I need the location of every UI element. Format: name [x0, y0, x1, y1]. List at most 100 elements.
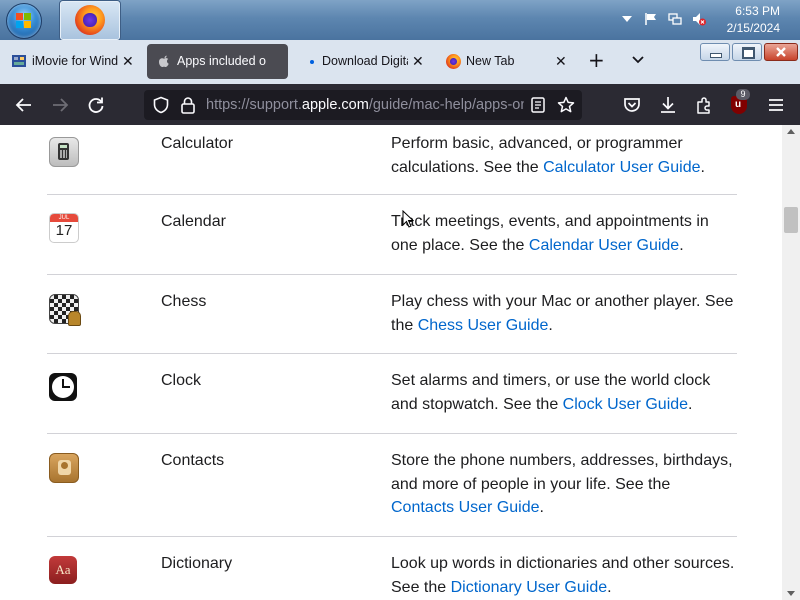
close-tab-icon[interactable]: ✕ — [555, 53, 567, 70]
pocket-icon[interactable] — [622, 95, 642, 115]
tab-imovie[interactable]: iMovie for Wind ✕ — [2, 44, 142, 79]
dictionary-guide-link[interactable]: Dictionary User Guide — [451, 579, 608, 596]
close-window-button[interactable] — [764, 43, 798, 61]
close-tab-icon[interactable]: ✕ — [122, 53, 134, 70]
calendar-guide-link[interactable]: Calendar User Guide — [529, 237, 679, 254]
downloads-icon[interactable] — [658, 95, 678, 115]
app-name: Contacts — [161, 452, 225, 469]
forward-icon[interactable] — [50, 95, 70, 115]
show-hidden-icons-icon[interactable] — [622, 14, 632, 24]
description-end: . — [548, 316, 553, 334]
list-item: JUL 17 Calendar Track meetings, events, … — [47, 195, 737, 275]
restore-button[interactable] — [732, 43, 762, 61]
clock-icon — [49, 373, 77, 401]
tab-new-tab[interactable]: New Tab ✕ — [436, 44, 576, 79]
app-description: Perform basic, advanced, or programmer c… — [391, 132, 737, 179]
bookmark-star-icon[interactable] — [557, 96, 575, 114]
scroll-down-arrow-icon[interactable] — [787, 591, 795, 596]
url-text[interactable]: https://support.apple.com/guide/mac-help… — [206, 97, 524, 113]
contacts-guide-link[interactable]: Contacts User Guide — [391, 499, 540, 516]
new-tab-button[interactable]: + — [588, 50, 605, 70]
firefox-icon — [75, 5, 105, 35]
app-description: Set alarms and timers, or use the world … — [391, 369, 737, 416]
app-name: Calendar — [161, 213, 226, 230]
tab-download-digital[interactable]: Download Digita ✕ — [296, 44, 430, 79]
url-path: /guide/mac-help/apps-on — [368, 97, 524, 113]
page-scrollbar[interactable] — [782, 125, 800, 600]
lock-icon[interactable] — [180, 96, 196, 114]
tab-label: Apps included o — [177, 54, 266, 68]
clock-time[interactable]: 6:53 PM — [735, 4, 780, 18]
list-item: Aa Dictionary Look up words in dictionar… — [47, 537, 737, 600]
calendar-day: 17 — [55, 222, 73, 239]
description-end: . — [679, 236, 684, 254]
contacts-icon — [49, 453, 79, 483]
back-icon[interactable] — [14, 95, 34, 115]
tab-label: iMovie for Wind — [32, 54, 119, 68]
ublock-letter: u — [735, 99, 742, 110]
browser-tab-strip: iMovie for Wind ✕ Apps included o Downlo… — [0, 40, 800, 84]
firefox-icon — [446, 54, 461, 69]
app-menu-hamburger-icon[interactable] — [766, 95, 786, 115]
windows-logo-icon — [16, 13, 32, 29]
scrollbar-thumb[interactable] — [784, 207, 798, 233]
tab-label: New Tab — [466, 54, 515, 68]
description-end: . — [700, 158, 705, 176]
minimize-icon — [710, 53, 722, 58]
address-bar[interactable]: https://support.apple.com/guide/mac-help… — [144, 90, 582, 120]
tracking-protection-shield-icon[interactable] — [152, 96, 170, 114]
chess-guide-link[interactable]: Chess User Guide — [418, 317, 549, 334]
dictionary-icon: Aa — [49, 556, 77, 584]
volume-muted-icon[interactable] — [692, 12, 706, 26]
dictionary-icon-text: Aa — [55, 562, 71, 577]
calculator-guide-link[interactable]: Calculator User Guide — [543, 159, 700, 176]
description-end: . — [688, 395, 693, 413]
app-description: Store the phone numbers, addresses, birt… — [391, 449, 737, 520]
tab-label: Download Digita — [322, 54, 408, 68]
network-icon[interactable] — [668, 12, 682, 26]
app-description: Look up words in dictionaries and other … — [391, 552, 737, 599]
extension-badge: 9 — [736, 89, 750, 100]
app-name: Clock — [161, 372, 202, 389]
reader-view-icon[interactable] — [530, 97, 546, 113]
restore-icon — [742, 47, 755, 59]
description-text: Store the phone numbers, addresses, birt… — [391, 452, 733, 493]
app-description: Track meetings, events, and appointments… — [391, 210, 737, 257]
app-name: Chess — [161, 293, 207, 310]
calendar-month: JUL — [50, 214, 78, 222]
imovie-icon — [12, 55, 26, 67]
scroll-up-arrow-icon[interactable] — [787, 129, 795, 134]
app-name: Calculator — [161, 135, 234, 152]
chess-icon — [49, 294, 81, 326]
list-all-tabs-icon[interactable] — [630, 52, 646, 68]
mouse-cursor-icon — [402, 210, 414, 228]
reload-icon[interactable] — [86, 95, 106, 115]
list-item: Chess Play chess with your Mac or anothe… — [47, 275, 737, 354]
clock-guide-link[interactable]: Clock User Guide — [563, 396, 688, 413]
close-icon — [776, 47, 786, 57]
action-center-flag-icon[interactable] — [644, 12, 658, 26]
windows-taskbar: 6:53 PM 2/15/2024 — [0, 0, 800, 41]
url-domain: apple.com — [301, 97, 369, 113]
minimize-button[interactable] — [700, 43, 730, 61]
clock-date[interactable]: 2/15/2024 — [727, 21, 780, 35]
app-description: Play chess with your Mac or another play… — [391, 290, 737, 337]
description-end: . — [607, 578, 612, 596]
navigation-toolbar: https://support.apple.com/guide/mac-help… — [0, 84, 800, 125]
list-item: Calculator Perform basic, advanced, or p… — [47, 125, 737, 195]
app-name: Dictionary — [161, 555, 233, 572]
dot-icon — [310, 60, 314, 64]
start-button[interactable] — [6, 3, 42, 39]
page-content: Calculator Perform basic, advanced, or p… — [0, 125, 782, 600]
calculator-icon — [49, 137, 79, 167]
apple-icon — [159, 55, 169, 67]
description-end: . — [539, 499, 544, 516]
extensions-puzzle-icon[interactable] — [694, 95, 714, 115]
url-scheme-subdomain: https://support. — [206, 97, 302, 113]
calendar-icon: JUL 17 — [49, 213, 79, 243]
tab-apps-included[interactable]: Apps included o — [147, 44, 288, 79]
close-tab-icon[interactable]: ✕ — [412, 53, 424, 70]
system-tray: 6:53 PM 2/15/2024 — [600, 0, 800, 40]
taskbar-firefox-button[interactable] — [60, 1, 120, 40]
list-item: Contacts Store the phone numbers, addres… — [47, 434, 737, 537]
